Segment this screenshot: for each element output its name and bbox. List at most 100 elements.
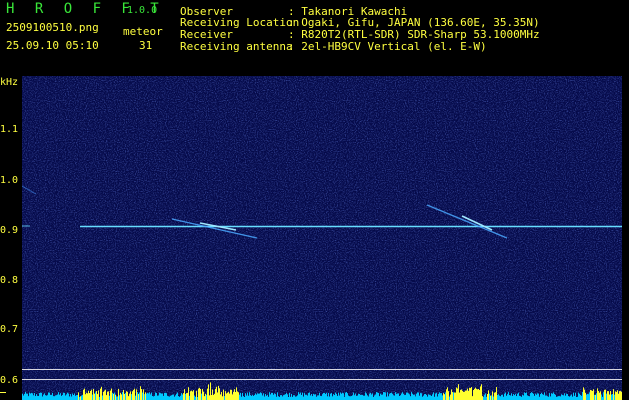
signal-strength-bar: [444, 394, 445, 400]
signal-strength-bar: [105, 389, 106, 400]
signal-strength-bar: [120, 392, 121, 400]
signal-strength-bar: [108, 391, 109, 400]
signal-strength-bar: [219, 388, 220, 400]
signal-strength-bar: [266, 395, 267, 400]
signal-strength-bar: [319, 392, 320, 400]
signal-strength-bar: [230, 389, 231, 400]
signal-strength-bar: [339, 395, 340, 400]
signal-strength-bar: [275, 394, 276, 400]
signal-strength-bar: [249, 392, 250, 400]
signal-strength-bar: [557, 396, 558, 400]
signal-strength-bar: [121, 394, 122, 400]
signal-strength-bar: [599, 392, 600, 400]
signal-strength-bar: [112, 392, 113, 400]
signal-strength-bar: [457, 388, 458, 400]
signal-strength-bar: [312, 396, 313, 400]
signal-strength-bar: [273, 394, 274, 400]
signal-strength-bar: [351, 396, 352, 400]
signal-strength-bar: [256, 394, 257, 400]
signal-strength-bar: [234, 389, 235, 400]
signal-strength-bar: [190, 391, 191, 400]
signal-strength-bar: [569, 396, 570, 400]
signal-strength-bar: [302, 392, 303, 400]
signal-strength-bar: [392, 393, 393, 400]
signal-strength-bar: [326, 392, 327, 400]
signal-strength-bar: [44, 393, 45, 400]
signal-strength-bar: [530, 393, 531, 400]
signal-strength-bar: [140, 386, 141, 400]
signal-strength-bar: [537, 393, 538, 400]
signal-strength-bar: [496, 387, 497, 400]
signal-strength-bar: [89, 393, 90, 400]
signal-strength-bar: [482, 396, 483, 400]
signal-strength-bar: [32, 393, 33, 400]
signal-strength-bar: [144, 394, 145, 400]
signal-strength-bar: [124, 393, 125, 400]
signal-strength-bar: [40, 392, 41, 400]
signal-strength-bar: [429, 394, 430, 400]
signal-strength-bar: [447, 387, 448, 400]
signal-strength-bar: [512, 395, 513, 400]
signal-strength-bar: [501, 394, 502, 400]
signal-strength-bar: [600, 391, 601, 400]
signal-strength-bar: [228, 391, 229, 400]
signal-strength-bar: [73, 395, 74, 400]
signal-strength-bar: [405, 394, 406, 400]
signal-strength-bar: [619, 391, 620, 400]
signal-strength-bar: [38, 395, 39, 400]
signal-strength-bar: [598, 391, 599, 400]
signal-strength-bar: [166, 393, 167, 400]
signal-strength-bar: [82, 394, 83, 400]
signal-strength-bar: [68, 393, 69, 400]
signal-strength-bar: [248, 395, 249, 400]
signal-strength-bar: [470, 388, 471, 400]
signal-strength-bar: [325, 393, 326, 400]
signal-strength-bar: [615, 391, 616, 400]
signal-strength-bar: [358, 393, 359, 400]
signal-strength-bar: [510, 395, 511, 400]
signal-strength-bar: [467, 388, 468, 400]
signal-strength-bar: [502, 394, 503, 400]
signal-strength-bar: [128, 396, 129, 400]
signal-strength-bar: [154, 395, 155, 400]
signal-strength-bar: [409, 394, 410, 400]
signal-strength-bar: [381, 394, 382, 400]
signal-strength-bar: [355, 393, 356, 400]
signal-strength-bar: [141, 389, 142, 400]
signal-strength-bar: [596, 393, 597, 400]
signal-strength-bar: [28, 396, 29, 400]
signal-strength-bar: [176, 393, 177, 400]
signal-strength-bar: [243, 396, 244, 400]
signal-strength-bar: [61, 395, 62, 400]
signal-strength-bar: [148, 393, 149, 400]
signal-strength-bar: [24, 393, 25, 400]
signal-strength-bar: [152, 395, 153, 400]
signal-strength-bar: [589, 392, 590, 400]
signal-strength-bar: [574, 395, 575, 400]
signal-strength-bar: [345, 392, 346, 400]
signal-strength-bar: [278, 396, 279, 400]
signal-strength-bar: [494, 392, 495, 400]
signal-strength-bar: [330, 393, 331, 400]
app-version: 1.0.0: [127, 5, 158, 16]
signal-strength-bar: [527, 395, 528, 400]
signal-strength-bar: [499, 395, 500, 400]
signal-strength-bar: [321, 396, 322, 400]
signal-strength-bar: [375, 394, 376, 400]
signal-strength-bar: [481, 384, 482, 400]
signal-strength-bar: [532, 392, 533, 400]
signal-strength-bar: [419, 395, 420, 400]
signal-strength-bar: [455, 392, 456, 400]
signal-strength-bar: [437, 396, 438, 400]
signal-strength-bar: [297, 395, 298, 400]
signal-strength-bar: [76, 395, 77, 400]
signal-strength-bar: [337, 395, 338, 400]
signal-strength-bar: [116, 396, 117, 400]
signal-strength-bar: [296, 396, 297, 400]
signal-strength-bar: [192, 391, 193, 400]
signal-strength-bar: [309, 392, 310, 400]
signal-strength-bar: [311, 393, 312, 400]
signal-strength-bar: [582, 392, 583, 400]
file-name: 2509100510.png: [6, 21, 99, 34]
signal-strength-bar: [404, 395, 405, 400]
